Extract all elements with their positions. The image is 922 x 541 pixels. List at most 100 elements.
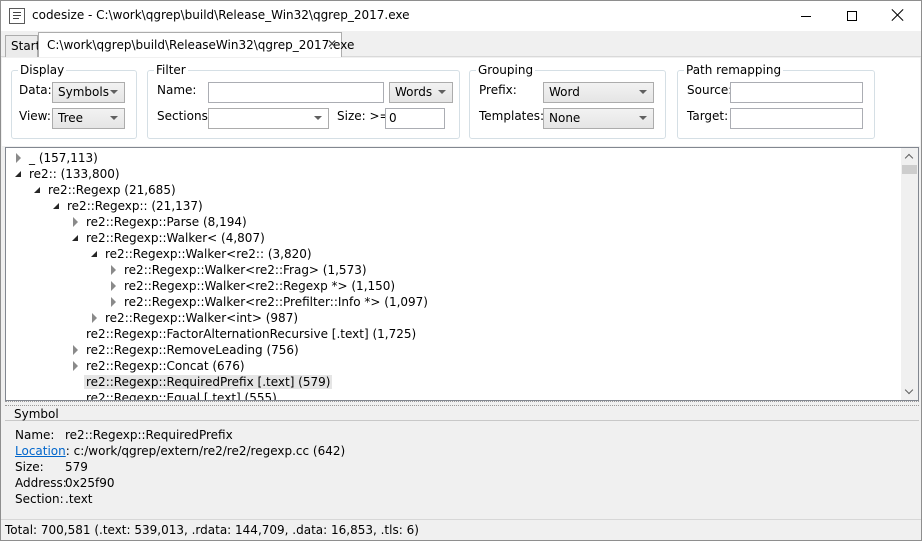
expander-icon[interactable] — [68, 230, 84, 246]
scroll-down-icon[interactable] — [901, 383, 918, 400]
scroll-up-icon[interactable] — [901, 148, 918, 165]
path-remapping-legend: Path remapping — [684, 63, 784, 77]
tree-row-label: re2::Regexp::RemoveLeading (756) — [86, 343, 299, 357]
tree-row-label: re2::Regexp::Walker<re2:: (3,820) — [105, 247, 312, 261]
templates-label: Templates: — [479, 109, 545, 123]
path-remapping-group: Path remapping Source: Target: — [677, 63, 875, 139]
target-label: Target: — [687, 109, 729, 123]
expander-icon[interactable] — [68, 342, 84, 358]
tab-start[interactable]: Start — [5, 35, 41, 57]
source-input[interactable] — [730, 82, 863, 103]
expander-icon[interactable] — [11, 150, 27, 166]
address-detail-value: 0x25f90 — [65, 476, 115, 490]
view-label: View: — [19, 109, 51, 123]
expander-icon[interactable] — [106, 262, 122, 278]
tree-row[interactable]: re2::Regexp::FactorAlternationRecursive … — [68, 326, 418, 342]
size-detail-value: 579 — [65, 460, 88, 474]
tree-row-label: re2::Regexp::Equal [.text] (555) — [86, 391, 277, 401]
tree-row[interactable]: re2::Regexp::Concat (676) — [68, 358, 247, 374]
location-link[interactable]: Location — [15, 444, 66, 458]
location-row: Location: c:/work/qgrep/extern/re2/re2/r… — [15, 444, 345, 458]
symbol-header-label: Symbol — [14, 407, 59, 421]
app-icon — [9, 8, 25, 24]
display-legend: Display — [18, 63, 67, 77]
expander-icon[interactable] — [68, 358, 84, 374]
symbol-details: Name: re2::Regexp::RequiredPrefix Locati… — [5, 422, 919, 517]
tree-row-label: re2::Regexp::Walker< (4,807) — [86, 231, 265, 245]
minimize-button[interactable] — [783, 1, 829, 31]
tab-strip: Start C:\work\qgrep\build\ReleaseWin32\q… — [1, 31, 921, 57]
view-select[interactable]: Tree — [52, 108, 125, 129]
name-label: Name: — [157, 83, 197, 97]
data-label: Data: — [19, 83, 52, 97]
section-detail-value: .text — [65, 492, 93, 506]
minimize-icon — [801, 16, 811, 17]
expander-icon[interactable] — [49, 198, 65, 214]
tab-label: Start — [11, 39, 41, 53]
options-panel: Display Data: Symbols View: Tree Filter … — [2, 58, 920, 146]
tree-row[interactable]: re2::Regexp::RequiredPrefix [.text] (579… — [68, 374, 333, 390]
tree-row[interactable]: re2::Regexp::Walker<re2:: (3,820) — [87, 246, 314, 262]
symbol-tree[interactable]: _ (157,113) re2:: (133,800) re2::Regexp (2… — [5, 147, 919, 401]
grouping-group: Grouping Prefix: Word Templates: None — [469, 63, 666, 139]
tree-row[interactable]: re2::Regexp::Walker<int> (987) — [87, 310, 300, 326]
filter-group: Filter Name: Words Sections: Size: >= 0 — [147, 63, 460, 139]
window-title: codesize - C:\work\qgrep\build\Release_W… — [32, 8, 410, 22]
expander-icon[interactable] — [106, 278, 122, 294]
maximize-button[interactable] — [829, 1, 875, 31]
match-mode-value: Words — [395, 85, 433, 99]
maximize-icon — [847, 11, 857, 21]
expander-icon[interactable] — [11, 166, 27, 182]
name-filter-input[interactable] — [208, 82, 384, 103]
prefix-value: Word — [549, 85, 580, 99]
target-input[interactable] — [730, 108, 863, 129]
grouping-legend: Grouping — [476, 63, 536, 77]
expander-icon — [68, 326, 84, 342]
size-input[interactable]: 0 — [385, 108, 445, 129]
expander-icon[interactable] — [30, 182, 46, 198]
tab-close-icon[interactable]: ✕ — [327, 37, 337, 51]
expander-icon[interactable] — [106, 294, 122, 310]
tree-row[interactable]: re2::Regexp::RemoveLeading (756) — [68, 342, 301, 358]
expander-icon[interactable] — [87, 246, 103, 262]
tree-row[interactable]: re2:: (133,800) — [11, 166, 122, 182]
app-window: codesize - C:\work\qgrep\build\Release_W… — [0, 0, 922, 541]
tree-row-label: re2::Regexp::Walker<re2::Regexp *> (1,15… — [124, 279, 396, 293]
scroll-thumb[interactable] — [902, 165, 917, 174]
location-value: : c:/work/qgrep/extern/re2/re2/regexp.cc… — [65, 444, 346, 458]
tree-row-label: re2::Regexp::Walker<re2::Prefilter::Info… — [124, 295, 428, 309]
prefix-label: Prefix: — [479, 83, 517, 97]
tree-row[interactable]: re2::Regexp::Walker<re2::Prefilter::Info… — [106, 294, 430, 310]
vertical-scrollbar[interactable] — [901, 148, 918, 400]
tab-file[interactable]: C:\work\qgrep\build\ReleaseWin32\qgrep_2… — [38, 32, 354, 57]
tree-row[interactable]: re2::Regexp::Parse (8,194) — [68, 214, 249, 230]
status-bar: Total: 700,581 (.text: 539,013, .rdata: … — [1, 519, 921, 540]
expander-icon[interactable] — [68, 214, 84, 230]
tree-row[interactable]: re2::Regexp::Walker<re2::Frag> (1,573) — [106, 262, 369, 278]
tree-row[interactable]: _ (157,113) — [11, 150, 100, 166]
dropdown-arrow-icon — [110, 90, 118, 94]
tree-row[interactable]: re2::Regexp::Walker<re2::Regexp *> (1,15… — [106, 278, 397, 294]
sections-label: Sections: — [157, 109, 212, 123]
tree-row-label: _ (157,113) — [29, 151, 98, 165]
tree-row-label: re2::Regexp::Walker<int> (987) — [105, 311, 299, 325]
tree-row-label: re2::Regexp::Parse (8,194) — [86, 215, 247, 229]
address-detail-label: Address: — [15, 476, 67, 490]
data-select[interactable]: Symbols — [52, 82, 125, 103]
sections-select[interactable] — [208, 108, 329, 129]
tree-row[interactable]: re2::Regexp:: (21,137) — [49, 198, 205, 214]
close-button[interactable] — [875, 1, 921, 31]
section-detail-label: Section: — [15, 492, 64, 506]
view-select-value: Tree — [58, 111, 84, 125]
templates-select[interactable]: None — [543, 108, 654, 129]
tree-row[interactable]: re2::Regexp::Equal [.text] (555) — [68, 390, 279, 401]
size-detail-label: Size: — [15, 460, 44, 474]
source-label: Source: — [687, 83, 733, 97]
tree-row[interactable]: re2::Regexp (21,685) — [30, 182, 178, 198]
match-mode-select[interactable]: Words — [389, 82, 453, 103]
prefix-select[interactable]: Word — [543, 82, 654, 103]
tree-row[interactable]: re2::Regexp::Walker< (4,807) — [68, 230, 267, 246]
expander-icon[interactable] — [87, 310, 103, 326]
tree-row-label: re2::Regexp (21,685) — [48, 183, 176, 197]
name-detail-label: Name: — [15, 428, 55, 442]
